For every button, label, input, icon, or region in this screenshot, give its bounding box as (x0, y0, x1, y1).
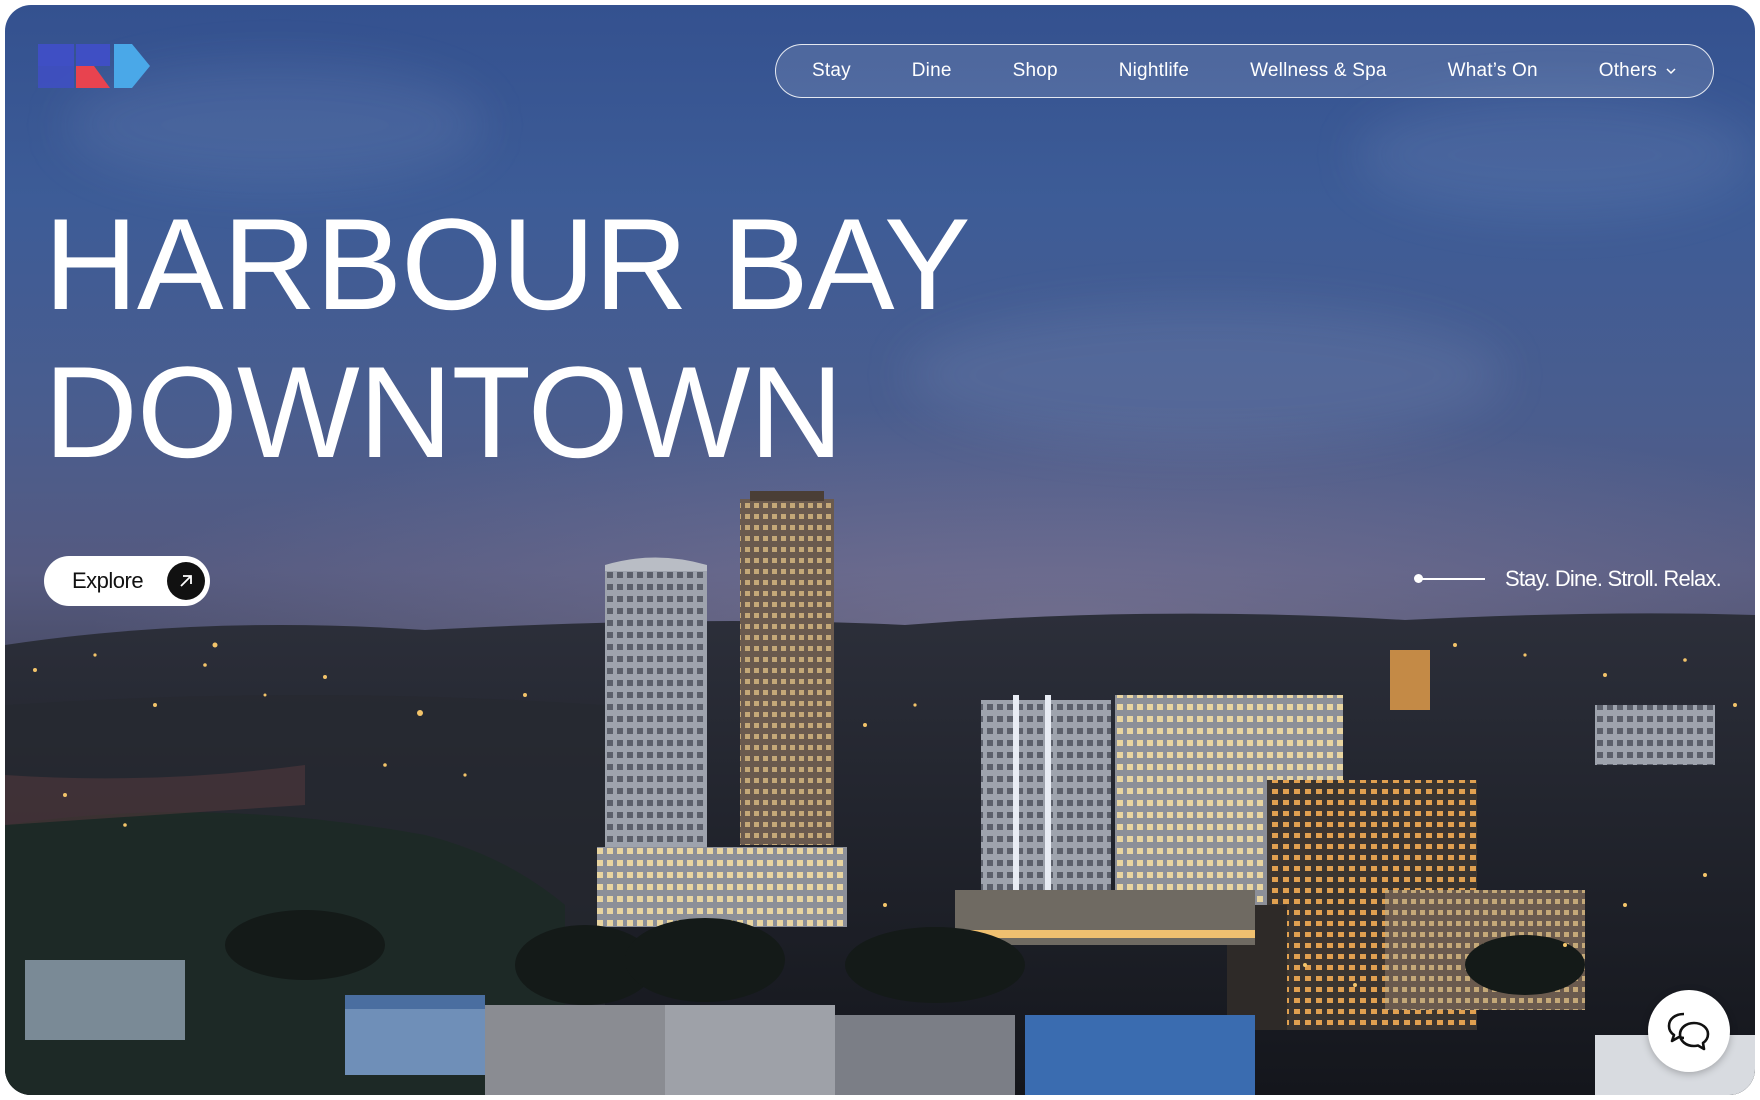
hero-background (5, 5, 1755, 1095)
nav-item-whats-on[interactable]: What’s On (1448, 60, 1538, 82)
chat-button[interactable] (1648, 990, 1730, 1072)
city-skyline-image (5, 491, 1755, 1095)
nav-item-others[interactable]: Others (1599, 60, 1677, 82)
nav-item-shop[interactable]: Shop (1013, 60, 1058, 82)
hbd-logo-icon[interactable] (38, 44, 150, 90)
main-nav: Stay Dine Shop Nightlife Wellness & Spa … (775, 44, 1714, 98)
hero-title-line-2: DOWNTOWN (44, 339, 843, 485)
hero-title: HARBOUR BAY DOWNTOWN (44, 190, 971, 486)
hero-title-line-1: HARBOUR BAY (44, 191, 971, 337)
nav-label: Wellness & Spa (1250, 60, 1387, 81)
nav-item-wellness-spa[interactable]: Wellness & Spa (1250, 60, 1387, 82)
nav-label: Nightlife (1118, 60, 1190, 81)
explore-label: Explore (72, 568, 144, 593)
tagline: Stay. Dine. Stroll. Relax. (1414, 566, 1722, 592)
tagline-divider (1414, 574, 1485, 583)
nav-label: Stay (812, 60, 851, 81)
nav-item-dine[interactable]: Dine (912, 60, 952, 82)
nav-label: What’s On (1447, 60, 1538, 81)
nav-label: Others (1598, 60, 1657, 81)
nav-item-nightlife[interactable]: Nightlife (1119, 60, 1189, 82)
chat-bubbles-icon (1667, 1012, 1710, 1051)
tagline-text: Stay. Dine. Stroll. Relax. (1505, 566, 1722, 591)
arrow-up-right-icon (167, 562, 205, 600)
chevron-down-icon (1666, 68, 1676, 75)
nav-label: Shop (1012, 60, 1058, 81)
nav-item-stay[interactable]: Stay (812, 60, 851, 82)
nav-label: Dine (911, 60, 952, 81)
explore-button[interactable]: Explore (44, 556, 210, 606)
